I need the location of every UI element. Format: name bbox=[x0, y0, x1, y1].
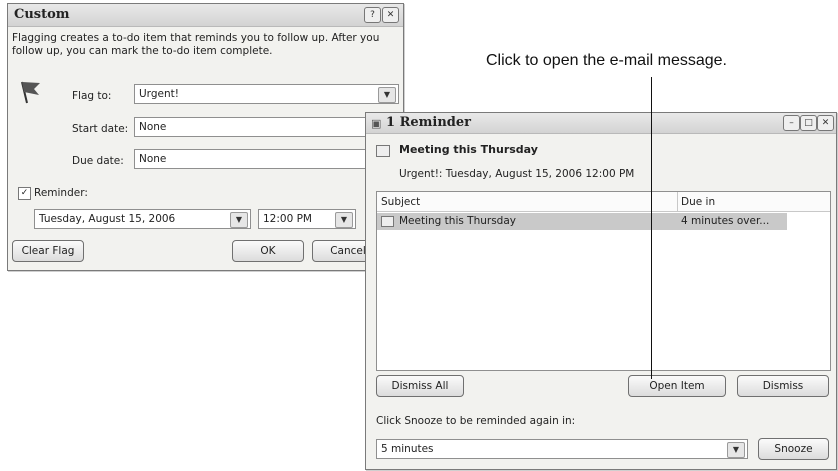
flag-icon bbox=[18, 78, 44, 108]
clear-flag-button[interactable]: Clear Flag bbox=[12, 240, 84, 262]
subject-column-header[interactable]: Subject bbox=[381, 196, 420, 208]
start-date-field[interactable]: None bbox=[134, 117, 399, 137]
reminder-checkbox[interactable]: ✓ bbox=[18, 187, 31, 200]
flag-description: Flagging creates a to-do item that remin… bbox=[12, 32, 380, 57]
flag-to-value: Urgent! bbox=[139, 88, 179, 100]
snooze-duration-select[interactable]: 5 minutes ▼ bbox=[376, 439, 748, 459]
help-icon[interactable]: ? bbox=[364, 7, 381, 23]
reminder-window: ▣ 1 Reminder – □ ✕ Meeting this Thursday… bbox=[365, 112, 837, 470]
reminder-label: Reminder: bbox=[34, 187, 88, 199]
chevron-down-icon[interactable]: ▼ bbox=[230, 212, 248, 228]
snooze-button[interactable]: Snooze bbox=[758, 438, 829, 460]
due-date-label: Due date: bbox=[72, 155, 124, 167]
reminder-list[interactable]: Subject Due in Meeting this Thursday 4 m… bbox=[376, 191, 831, 371]
dismiss-button[interactable]: Dismiss bbox=[737, 375, 829, 397]
reminder-item-title: Meeting this Thursday bbox=[399, 143, 538, 156]
appointment-icon bbox=[381, 216, 394, 227]
callout-leader-line bbox=[651, 77, 652, 379]
start-date-label: Start date: bbox=[72, 123, 129, 135]
bell-icon: ▣ bbox=[371, 117, 382, 130]
dismiss-all-button[interactable]: Dismiss All bbox=[376, 375, 464, 397]
close-icon[interactable]: ✕ bbox=[382, 7, 399, 23]
reminder-date-value: Tuesday, August 15, 2006 bbox=[39, 213, 176, 225]
chevron-down-icon[interactable]: ▼ bbox=[335, 212, 353, 228]
row-subject: Meeting this Thursday bbox=[399, 215, 516, 227]
flag-to-select[interactable]: Urgent! ▼ bbox=[134, 84, 399, 104]
close-icon[interactable]: ✕ bbox=[817, 115, 834, 131]
due-date-field[interactable]: None bbox=[134, 149, 399, 169]
reminder-titlebar: ▣ 1 Reminder – □ ✕ bbox=[366, 113, 836, 134]
custom-dialog-title: Custom bbox=[14, 7, 70, 22]
snooze-duration-value: 5 minutes bbox=[381, 443, 434, 455]
chevron-down-icon[interactable]: ▼ bbox=[378, 87, 396, 103]
column-divider bbox=[677, 192, 678, 211]
due-date-value: None bbox=[139, 153, 167, 165]
snooze-prompt: Click Snooze to be reminded again in: bbox=[376, 415, 576, 427]
open-item-button[interactable]: Open Item bbox=[628, 375, 726, 397]
appointment-icon bbox=[376, 145, 390, 157]
reminder-time-select[interactable]: 12:00 PM ▼ bbox=[258, 209, 356, 229]
minimize-icon[interactable]: – bbox=[783, 115, 800, 131]
custom-dialog-titlebar: Custom ? ✕ bbox=[8, 4, 403, 27]
reminder-time-value: 12:00 PM bbox=[263, 213, 312, 225]
due-in-column-header[interactable]: Due in bbox=[681, 196, 715, 208]
custom-dialog: Custom ? ✕ Flagging creates a to-do item… bbox=[7, 3, 404, 271]
row-due-in: 4 minutes over... bbox=[681, 215, 770, 227]
chevron-down-icon[interactable]: ▼ bbox=[727, 442, 745, 458]
list-header: Subject Due in bbox=[377, 192, 830, 212]
reminder-title: 1 Reminder bbox=[386, 115, 472, 130]
table-row[interactable]: Meeting this Thursday 4 minutes over... bbox=[377, 213, 787, 230]
maximize-icon[interactable]: □ bbox=[800, 115, 817, 131]
ok-button[interactable]: OK bbox=[232, 240, 304, 262]
reminder-date-select[interactable]: Tuesday, August 15, 2006 ▼ bbox=[34, 209, 251, 229]
callout-text: Click to open the e-mail message. bbox=[486, 52, 727, 69]
start-date-value: None bbox=[139, 121, 167, 133]
reminder-item-detail: Urgent!: Tuesday, August 15, 2006 12:00 … bbox=[399, 168, 635, 180]
flag-to-label: Flag to: bbox=[72, 90, 112, 102]
